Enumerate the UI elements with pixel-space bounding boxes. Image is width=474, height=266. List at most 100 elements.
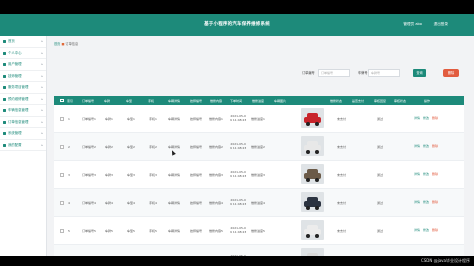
sidebar-item[interactable]: 首页 ▸ <box>0 36 46 48</box>
sidebar-item[interactable]: 预约维修管理 ▸ <box>0 94 46 105</box>
row-checkbox[interactable] <box>60 145 64 149</box>
delete-link[interactable]: 删除 <box>432 116 438 120</box>
pay-status-cell: 未支付 <box>337 145 347 149</box>
table-header: 索引 订单编号 车牌 车型 手机 车辆详情 技师编号 维修内容 下单时间 维修进度 车辆图片 维修状态… <box>54 96 464 105</box>
car-image <box>301 220 324 240</box>
sidebar-item[interactable]: 服务项目管理 ▸ <box>0 82 46 94</box>
sidebar-item[interactable]: 个人中心 ▸ <box>0 48 46 59</box>
index-cell: 1 <box>68 117 70 121</box>
audit-status-cell: 通过 <box>377 145 384 149</box>
edit-link[interactable]: 修改 <box>423 144 429 148</box>
chevron-right-icon: ▸ <box>41 39 43 43</box>
phone-cell: 手机5 <box>149 229 157 233</box>
menu-icon <box>3 132 6 135</box>
sidebar-item[interactable]: 车辆信息管理 ▸ <box>0 105 46 117</box>
audit-status-cell: 通过 <box>377 229 384 233</box>
row-checkbox[interactable] <box>60 117 64 121</box>
edit-link[interactable]: 修改 <box>423 172 429 176</box>
time-clock: 9 11:48:23 <box>230 229 247 234</box>
table-row: 3 订单编号3 车牌3 车型3 手机3 车辆详情 技师编号 维修内容3 2021-05-0 9 1… <box>54 161 464 189</box>
sidebar-item-label: 用户管理 <box>8 62 22 66</box>
edit-link[interactable]: 修改 <box>423 116 429 120</box>
row-actions: 详情 修改 删除 <box>414 228 441 232</box>
sidebar: 首页 ▸ 个人中心 ▸ 用户管理 ▸ 技师管理 ▸ 服务项目管理 ▸ 预约维修管理 ▸ 车辆信息管理 ▸ 订… <box>0 36 47 256</box>
logout-link[interactable]: 退出登录 <box>434 22 448 27</box>
breadcrumb-separator: ■ <box>61 42 65 46</box>
content-cell: 维修内容5 <box>209 229 223 233</box>
table-row: 4 订单编号4 车牌4 车型4 手机4 车辆详情 技师编号 维修内容4 2021-05-0 9 1… <box>54 189 464 217</box>
time-cell: 2021-05-09 11:48:23 <box>230 142 247 150</box>
sidebar-item[interactable]: 用户管理 ▸ <box>0 59 46 71</box>
order-no-cell: 订单编号4 <box>82 201 96 205</box>
row-checkbox[interactable] <box>60 201 64 205</box>
content-cell: 维修内容3 <box>209 173 223 177</box>
breadcrumb-current: 订单信息 <box>65 42 79 46</box>
pay-status-cell: 未支付 <box>337 117 347 121</box>
tech-cell: 技师编号 <box>190 173 203 177</box>
tech-cell: 技师编号 <box>190 201 203 205</box>
plate-cell: 车牌4 <box>105 201 113 205</box>
column-header: 是否支付 <box>352 98 365 103</box>
column-header: 车型 <box>126 98 133 103</box>
delete-link[interactable]: 删除 <box>432 144 438 148</box>
plate-label: 车牌号 <box>358 71 368 75</box>
time-clock: 9 11:48:23 <box>230 145 247 150</box>
sidebar-item[interactable]: 我的配置 ▸ <box>0 140 46 151</box>
menu-icon <box>3 97 6 101</box>
order-no-cell: 订单编号2 <box>82 145 96 149</box>
detail-link[interactable]: 详情 <box>414 116 420 120</box>
breadcrumb-home[interactable]: 首页 <box>54 42 60 46</box>
row-checkbox[interactable] <box>60 229 64 233</box>
column-header: 手机 <box>148 98 155 103</box>
progress-cell: 维修进度4 <box>251 201 265 205</box>
table-row: 5 订单编号5 车牌5 车型5 手机5 车辆详情 技师编号 维修内容5 2021-05-0 9 1… <box>54 217 464 245</box>
sidebar-item[interactable]: 订单信息管理 ▸ <box>0 117 46 128</box>
menu-icon <box>3 120 6 124</box>
progress-cell: 维修进度3 <box>251 173 265 177</box>
table-body: 1 订单编号1 车牌1 车型1 手机1 车辆详情 技师编号 维修内容1 2021-05-0 9 1… <box>54 105 464 256</box>
edit-link[interactable]: 修改 <box>423 228 429 232</box>
detail-link[interactable]: 详情 <box>414 200 420 204</box>
time-cell: 2021-05-09 11:48:23 <box>230 170 246 178</box>
plate-cell: 车牌3 <box>105 173 113 177</box>
index-cell: 4 <box>68 201 70 205</box>
row-checkbox[interactable] <box>60 173 64 177</box>
sidebar-item[interactable]: 技师管理 ▸ <box>0 71 46 82</box>
phone-cell: 手机4 <box>149 201 157 205</box>
detail-link[interactable]: 详情 <box>414 172 420 176</box>
detail-link[interactable]: 详情 <box>414 144 420 148</box>
orders-table: 索引 订单编号 车牌 车型 手机 车辆详情 技师编号 维修内容 下单时间 维修进度 车辆图片 维修状态… <box>54 96 464 256</box>
column-header: 维修状态 <box>330 98 343 103</box>
menu-icon <box>3 51 6 55</box>
plate-input[interactable]: 车牌号 <box>368 69 400 77</box>
sidebar-item[interactable]: 系统管理 ▸ <box>0 128 46 140</box>
sidebar-item-label: 订单信息管理 <box>8 119 29 124</box>
current-user[interactable]: 管理员 abo <box>403 22 422 27</box>
car-image <box>301 192 324 212</box>
order-no-input[interactable]: 订单编号 <box>318 69 350 77</box>
audit-status-cell: 通过 <box>377 173 384 177</box>
delete-link[interactable]: 删除 <box>432 200 438 204</box>
delete-link[interactable]: 删除 <box>432 228 438 232</box>
progress-cell: 维修进度1 <box>251 117 265 121</box>
batch-delete-button[interactable]: 删除 <box>443 69 459 77</box>
menu-icon <box>3 109 6 112</box>
model-cell: 车型1 <box>127 117 135 121</box>
chevron-right-icon: ▸ <box>41 131 43 135</box>
detail-link[interactable]: 详情 <box>414 228 420 232</box>
table-row: 6订单编号6车牌6车型6手机6车辆详情技师编号维修内容62021-05-09 1… <box>54 245 464 256</box>
delete-link[interactable]: 删除 <box>432 172 438 176</box>
menu-icon <box>3 86 6 89</box>
detail-cell: 车辆详情 <box>168 229 181 233</box>
model-cell: 车型5 <box>127 229 135 233</box>
tech-cell: 技师编号 <box>190 117 203 121</box>
order-no-label: 订单编号 <box>302 71 315 75</box>
index-cell: 5 <box>68 229 70 233</box>
column-header: 维修内容 <box>210 98 223 103</box>
model-cell: 车型4 <box>127 201 135 205</box>
content-cell: 维修内容2 <box>209 145 223 149</box>
column-header: 车牌 <box>104 98 111 103</box>
edit-link[interactable]: 修改 <box>423 200 429 204</box>
select-all-checkbox[interactable] <box>60 98 64 102</box>
search-button[interactable]: 查询 <box>413 69 426 77</box>
